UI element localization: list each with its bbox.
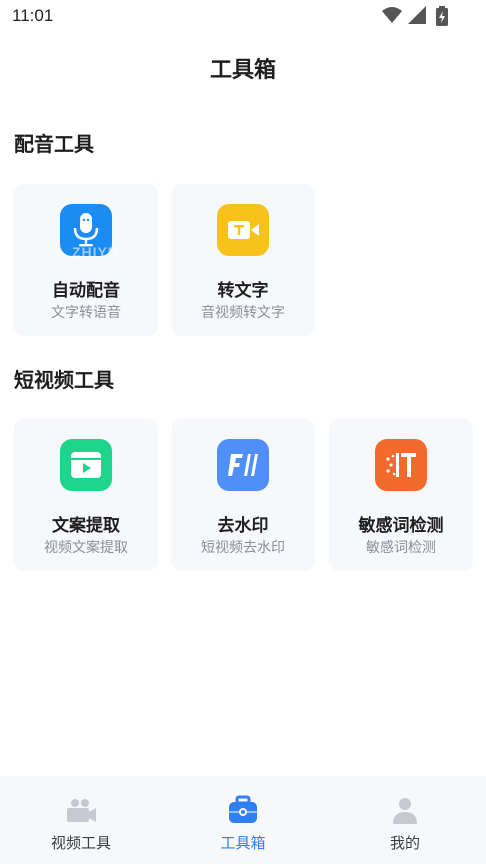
nav-item-toolbox[interactable]: 工具箱 bbox=[162, 776, 324, 864]
video-card-icon bbox=[60, 439, 112, 491]
nav-label: 我的 bbox=[389, 834, 420, 852]
bottom-nav: 视频工具 工具箱 我的 bbox=[0, 776, 486, 864]
tool-card-auto-dubbing[interactable]: ZHIYU 自动配音 文字转语音 bbox=[14, 184, 158, 336]
video-camera-icon bbox=[217, 204, 269, 256]
tool-card-sensitive-words[interactable]: 敏感词检测 敏感词检测 bbox=[329, 419, 473, 571]
section-title-short-video: 短视频工具 bbox=[14, 368, 114, 392]
status-time: 11:01 bbox=[12, 6, 54, 25]
tool-card-watermark-removal[interactable]: 去水印 短视频去水印 bbox=[171, 419, 315, 571]
tool-card-speech-to-text[interactable]: 转文字 音视频转文字 bbox=[171, 184, 315, 336]
tool-card-subtitle: 文字转语音 bbox=[51, 305, 121, 321]
watermark-remove-icon bbox=[217, 439, 269, 491]
nav-label: 视频工具 bbox=[50, 834, 111, 852]
tool-card-subtitle: 音视频转文字 bbox=[201, 305, 285, 321]
wifi-icon bbox=[382, 7, 402, 23]
tool-card-label: 转文字 bbox=[217, 281, 269, 301]
video-tools-icon bbox=[67, 799, 96, 822]
page-title: 工具箱 bbox=[209, 58, 276, 83]
tool-card-subtitle: 视频文案提取 bbox=[44, 540, 128, 556]
sensitive-word-icon bbox=[375, 439, 427, 491]
toolbox-icon bbox=[229, 795, 257, 823]
tool-card-label: 文案提取 bbox=[52, 516, 120, 536]
status-bar: 11:01 bbox=[0, 0, 486, 34]
tool-card-label: 敏感词检测 bbox=[358, 516, 444, 536]
nav-item-profile[interactable]: 我的 bbox=[324, 776, 486, 864]
tool-card-subtitle: 敏感词检测 bbox=[366, 540, 436, 556]
tool-card-copy-extract[interactable]: 文案提取 视频文案提取 bbox=[14, 419, 158, 571]
profile-icon bbox=[393, 798, 417, 824]
tool-card-subtitle: 短视频去水印 bbox=[201, 540, 285, 556]
section-title-dubbing: 配音工具 bbox=[14, 132, 94, 156]
battery-icon bbox=[436, 6, 448, 26]
watermark-text: ZHIYU bbox=[72, 244, 119, 260]
tool-card-label: 去水印 bbox=[217, 516, 269, 536]
nav-label: 工具箱 bbox=[220, 834, 266, 852]
tool-card-label: 自动配音 bbox=[52, 281, 120, 301]
signal-icon bbox=[408, 6, 426, 24]
nav-item-video-tools[interactable]: 视频工具 bbox=[0, 776, 162, 864]
